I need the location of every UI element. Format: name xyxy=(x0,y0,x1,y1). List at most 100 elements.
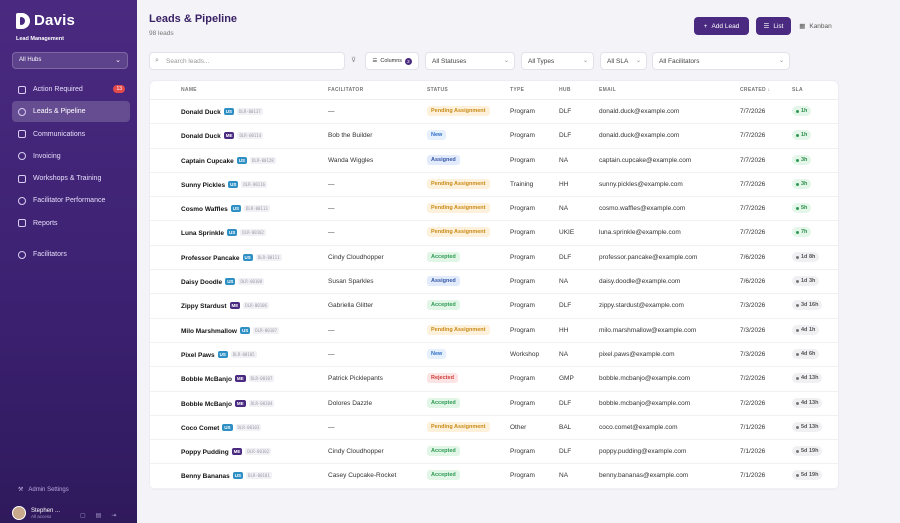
email[interactable]: donald.duck@example.com xyxy=(599,108,679,115)
facilitator: — xyxy=(328,229,335,237)
sidebar-item-facilitators[interactable]: Facilitators xyxy=(12,244,130,265)
status-badge: Pending Assignment xyxy=(427,178,490,189)
facilitator-filter[interactable]: All Facilitators ⌄ xyxy=(652,52,790,70)
lead-name[interactable]: Professor Pancake xyxy=(181,255,240,262)
column-header[interactable]: NAME xyxy=(181,87,197,93)
column-header[interactable]: TYPE xyxy=(510,87,524,93)
sidebar-item-workshops-training[interactable]: Workshops & Training xyxy=(12,168,130,189)
list-view-button[interactable]: ☰ List xyxy=(756,17,791,35)
email[interactable]: benny.bananas@example.com xyxy=(599,472,688,479)
email[interactable]: coco.comet@example.com xyxy=(599,424,678,431)
table-row[interactable]: Professor Pancake US DLR-00111 Cindy Cloudh… xyxy=(150,246,838,271)
plus-icon: + xyxy=(703,22,708,30)
lead-name[interactable]: Benny Bananas xyxy=(181,473,230,480)
table-row[interactable]: Zippy Stardust ME DLR-00106 Gabriella Glitt… xyxy=(150,294,838,319)
lead-name[interactable]: Donald Duck xyxy=(181,109,221,116)
lead-name[interactable]: Cosmo Waffles xyxy=(181,206,228,213)
table-row[interactable]: Captain Cupcake US DLR-00128 Wanda Wiggles A… xyxy=(150,149,838,173)
email[interactable]: bobble.mcbanjo@example.com xyxy=(599,375,690,382)
email[interactable]: luna.sprinkle@example.com xyxy=(599,229,681,236)
table-row[interactable]: Daisy Doodle US DLR-00108 Susan Sparkles Ass… xyxy=(150,270,838,295)
column-header[interactable]: HUB xyxy=(559,87,571,93)
sidebar-item-invoicing[interactable]: Invoicing xyxy=(12,146,130,167)
region-tag: US xyxy=(239,326,251,334)
wrench-icon: ⚒ xyxy=(18,487,24,493)
table-row[interactable]: Luna Sprinkle US DLR-00102 — Pending Assignm… xyxy=(150,221,838,246)
region-tag: US xyxy=(232,472,244,480)
lead-name[interactable]: Pixel Paws xyxy=(181,352,215,359)
column-header[interactable]: FACILITATOR xyxy=(328,87,364,93)
status-filter[interactable]: All Statuses ⌄ xyxy=(425,52,515,70)
lead-name[interactable]: Coco Comet xyxy=(181,425,219,432)
user-profile[interactable]: Stephen ... All access xyxy=(12,506,60,520)
lead-name[interactable]: Donald Duck xyxy=(181,133,221,140)
table-row[interactable]: Milo Marshmallow US DLR-00107 — Pending Assi… xyxy=(150,319,838,343)
filter-icon[interactable]: ⊽ xyxy=(351,56,356,64)
email[interactable]: bobble.mcbanjo@example.com xyxy=(599,400,690,407)
sla-badge: 7h xyxy=(792,227,812,238)
table-row[interactable]: Bobble McBanjo ME DLR-00104 Dolores Dazzle A… xyxy=(150,392,838,416)
table-row[interactable]: Cosmo Waffles US DLR-00113 — Pending Assignm… xyxy=(150,197,838,222)
sla-badge: 4d 6h xyxy=(792,348,820,359)
email[interactable]: poppy.pudding@example.com xyxy=(599,448,686,455)
email[interactable]: captain.cupcake@example.com xyxy=(599,157,691,164)
lead-name[interactable]: Zippy Stardust xyxy=(181,303,227,310)
sidebar-item-action-required[interactable]: Action Required 13 xyxy=(12,79,130,100)
table-row[interactable]: Pixel Paws US DLR-00105 — New Workshop NA pixel… xyxy=(150,343,838,368)
email[interactable]: professor.pancake@example.com xyxy=(599,254,697,261)
email[interactable]: pixel.paws@example.com xyxy=(599,351,675,358)
status-badge: Rejected xyxy=(427,373,458,384)
sla-filter[interactable]: All SLA ⌄ xyxy=(600,52,647,70)
hub-select[interactable]: All Hubs ⌄ xyxy=(12,52,128,69)
kanban-view-button[interactable]: ▦ Kanban xyxy=(793,17,838,35)
main-content: Leads & Pipeline 98 leads + Add Lead ☰ L… xyxy=(137,0,900,523)
status-badge: New xyxy=(427,348,447,359)
type-filter[interactable]: All Types ⌄ xyxy=(521,52,594,70)
sidebar-item-leads-pipeline[interactable]: Leads & Pipeline xyxy=(12,101,130,123)
lead-name[interactable]: Bobble McBanjo xyxy=(181,376,232,383)
add-lead-button[interactable]: + Add Lead xyxy=(694,17,749,35)
column-header[interactable]: STATUS xyxy=(427,87,448,93)
email[interactable]: sunny.pickles@example.com xyxy=(599,181,683,188)
page-title: Leads & Pipeline xyxy=(149,13,238,25)
table-row[interactable]: Donald Duck US DLR-00137 — Pending Assignmen… xyxy=(150,100,838,125)
lead-name[interactable]: Milo Marshmallow xyxy=(181,328,237,335)
lead-name[interactable]: Bobble McBanjo xyxy=(181,401,232,408)
lead-name[interactable]: Sunny Pickles xyxy=(181,182,225,189)
table-row[interactable]: Sunny Pickles US DLR-00116 — Pending Assignm… xyxy=(150,173,838,198)
lead-name[interactable]: Daisy Doodle xyxy=(181,279,222,286)
lead-id: DLR-00137 xyxy=(237,108,263,115)
email[interactable]: daisy.doodle@example.com xyxy=(599,278,680,285)
column-header[interactable]: EMAIL xyxy=(599,87,616,93)
table-row[interactable]: Benny Bananas US DLR-00101 Casey Cupcake-Ro… xyxy=(150,464,838,489)
lead-name[interactable]: Poppy Pudding xyxy=(181,449,229,456)
column-header[interactable]: CREATED ↓ xyxy=(740,87,770,93)
lead-name[interactable]: Luna Sprinkle xyxy=(181,230,224,237)
column-header[interactable]: SLA xyxy=(792,87,803,93)
admin-settings-label: Admin Settings xyxy=(28,486,69,493)
document-icon[interactable]: ▢ xyxy=(80,512,86,519)
hub: NA xyxy=(559,350,569,358)
folder-icon[interactable]: ▤ xyxy=(96,512,102,519)
lead-name[interactable]: Captain Cupcake xyxy=(181,158,234,165)
leads-table: NAME FACILITATOR STATUS TYPE HUB EMAIL CREATED… xyxy=(149,80,839,490)
email[interactable]: milo.marshmallow@example.com xyxy=(599,327,696,334)
table-row[interactable]: Bobble McBanjo ME DLR-00107 Patrick Picklep… xyxy=(150,367,838,392)
table-row[interactable]: Coco Comet US DLR-00103 — Pending Assignment… xyxy=(150,416,838,441)
columns-button[interactable]: ☰ Columns 2 xyxy=(365,52,419,70)
email[interactable]: zippy.stardust@example.com xyxy=(599,302,684,309)
table-row[interactable]: Donald Duck ME DLR-00114 Bob the Builder New… xyxy=(150,124,838,149)
logout-icon[interactable]: ⇥ xyxy=(111,512,116,519)
admin-settings-link[interactable]: ⚒ Admin Settings xyxy=(18,486,69,494)
invoice-icon xyxy=(18,152,26,161)
sidebar-item-communications[interactable]: Communications xyxy=(12,124,130,145)
search-input[interactable]: ⌕ Search leads... xyxy=(149,52,345,70)
sidebar-item-reports[interactable]: Reports xyxy=(12,213,130,234)
table-row[interactable]: Poppy Pudding ME DLR-00102 Cindy Cloudhoppe… xyxy=(150,440,838,465)
sidebar-item-facilitator-performance[interactable]: Facilitator Performance xyxy=(12,190,130,211)
sla-badge: 3d 16h xyxy=(792,300,823,311)
app-logo[interactable]: Davis xyxy=(16,12,75,29)
email[interactable]: cosmo.waffles@example.com xyxy=(599,205,685,212)
facilitator: Casey Cupcake-Rocket xyxy=(328,472,397,480)
email[interactable]: donald.duck@example.com xyxy=(599,132,679,139)
